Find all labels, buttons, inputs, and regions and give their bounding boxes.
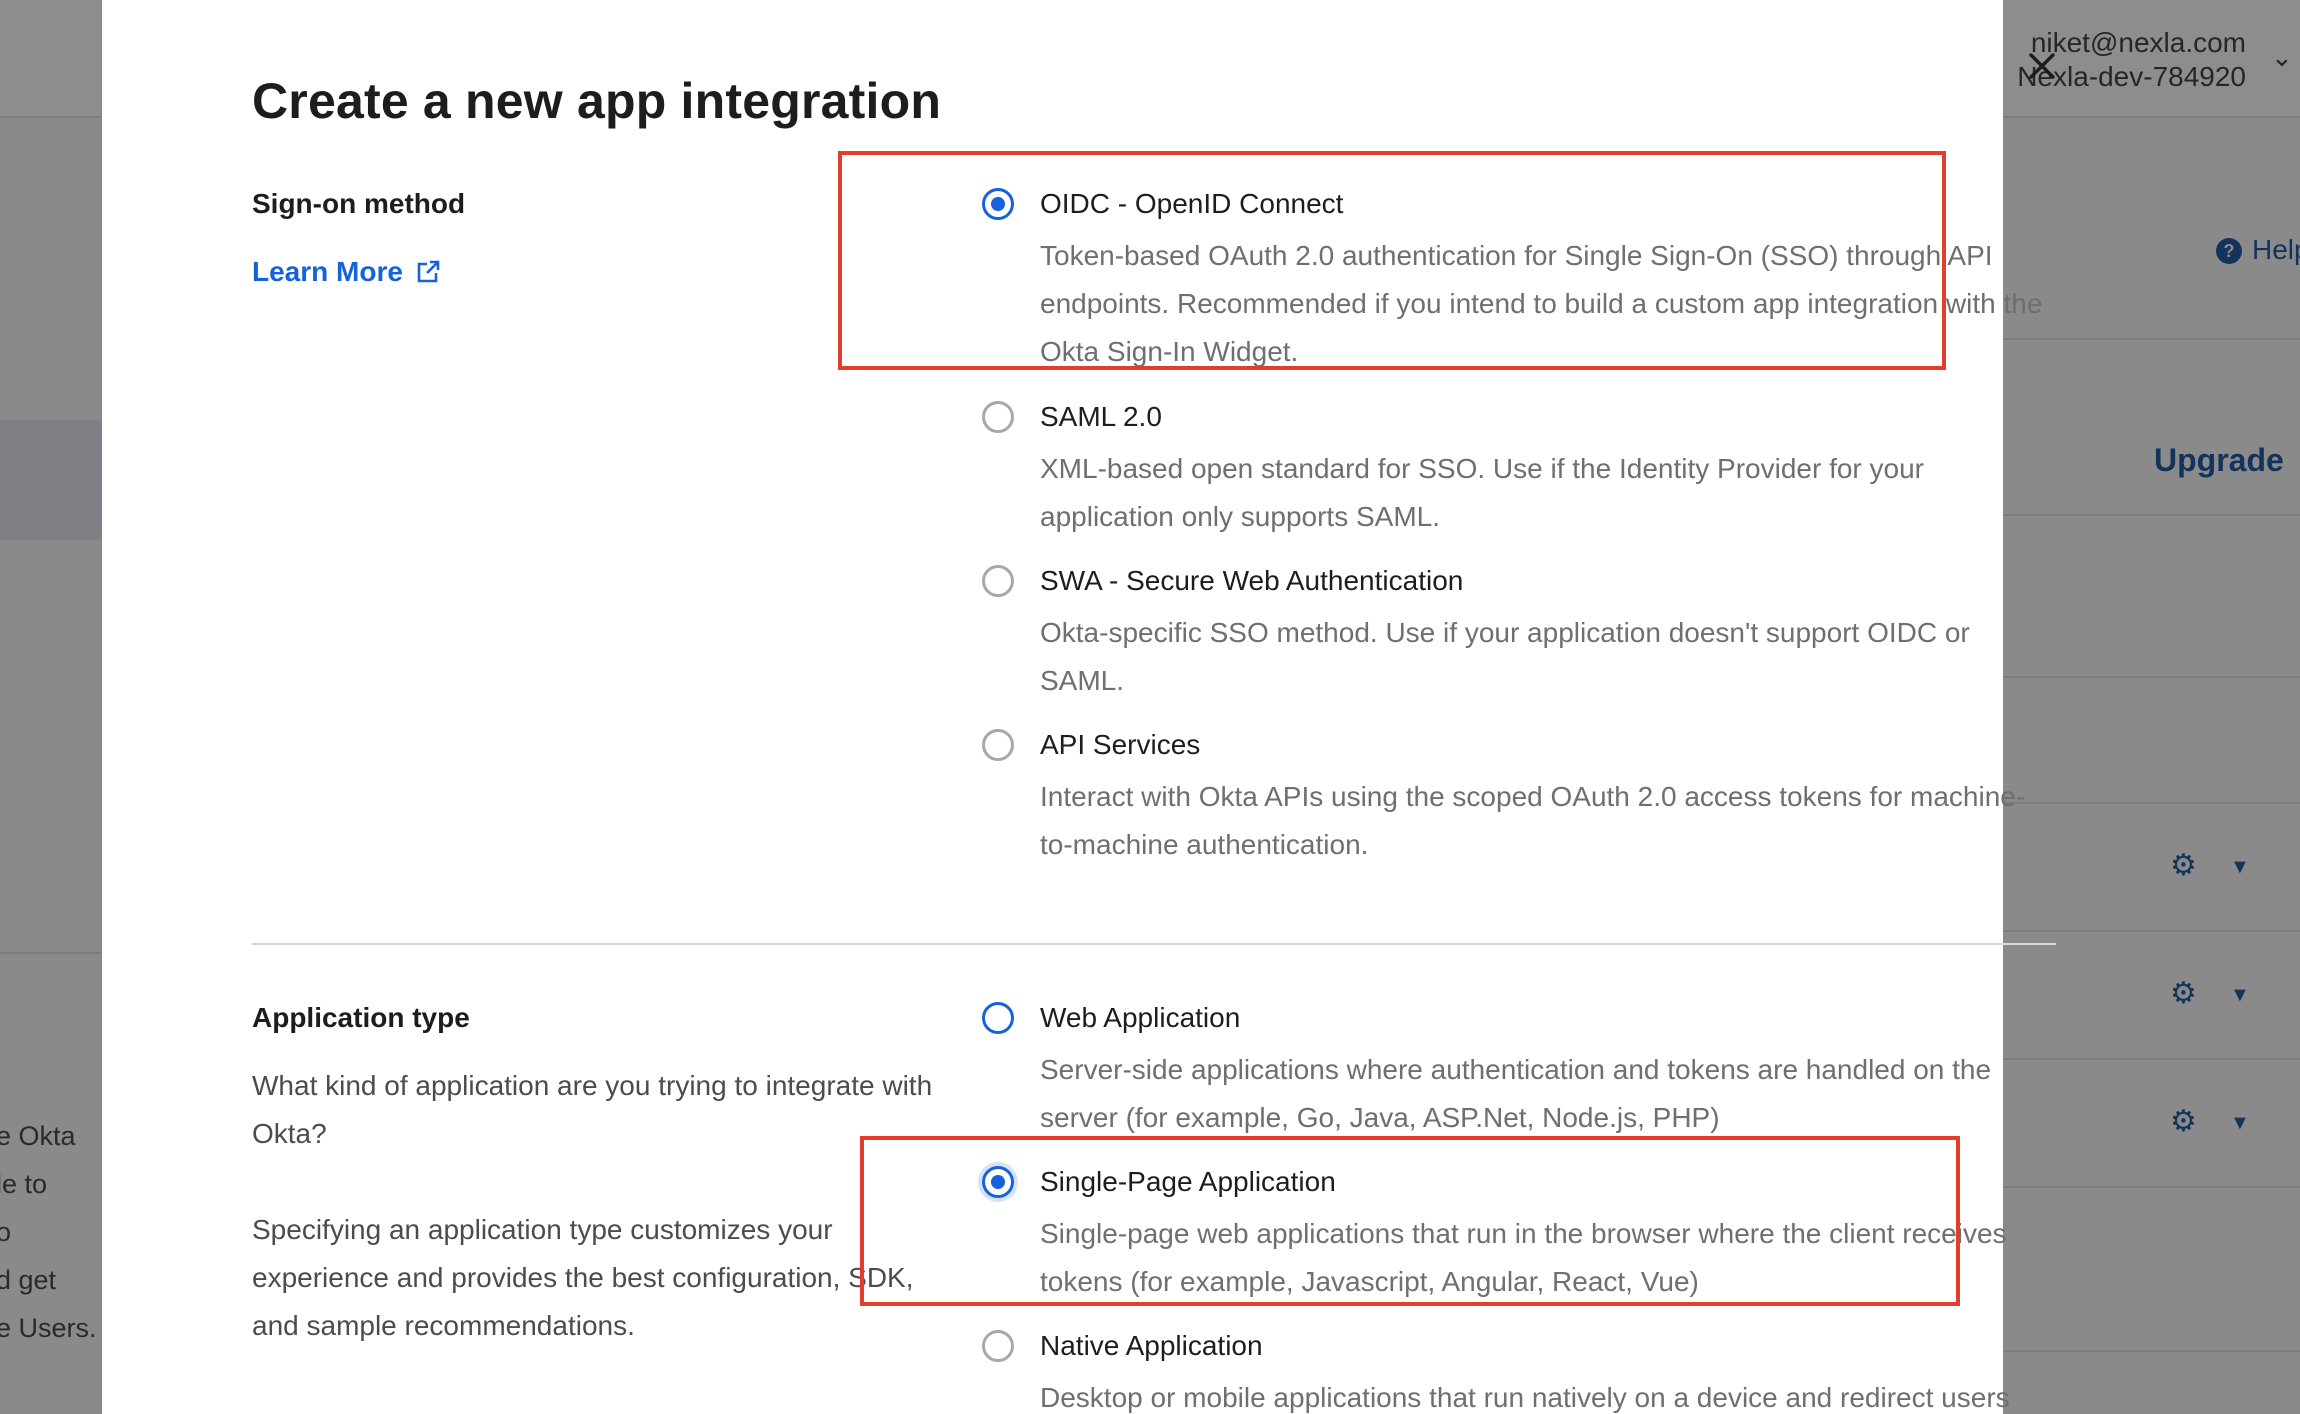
create-app-integration-modal: Create a new app integration Sign-on met… xyxy=(102,0,2056,1414)
caret-down-icon[interactable]: ▼ xyxy=(2230,1112,2250,1135)
option-description: Single-page web applications that run in… xyxy=(1040,1218,2007,1297)
learn-more-link[interactable]: Learn More xyxy=(252,256,441,288)
chevron-down-icon[interactable]: ⌄ xyxy=(2271,42,2293,73)
close-icon xyxy=(2029,53,2055,79)
background-left-band xyxy=(0,420,102,540)
option-title: Native Application xyxy=(1040,1330,1263,1361)
option-description: Token-based OAuth 2.0 authentication for… xyxy=(1040,240,2043,367)
background-row-divider xyxy=(2003,1350,2300,1352)
gear-icon[interactable]: ⚙ xyxy=(2170,1104,2197,1139)
background-row-divider xyxy=(2003,930,2300,932)
modal-title: Create a new app integration xyxy=(252,73,942,129)
radio-button-api-services[interactable] xyxy=(982,729,1014,761)
option-title: SAML 2.0 xyxy=(1040,401,1162,432)
gear-icon[interactable]: ⚙ xyxy=(2170,848,2197,883)
help-icon: ? xyxy=(2216,238,2242,264)
option-description: Server-side applications where authentic… xyxy=(1040,1054,1992,1133)
option-description: Okta-specific SSO method. Use if your ap… xyxy=(1040,617,1970,696)
background-left-divider xyxy=(0,952,102,954)
option-description: Interact with Okta APIs using the scoped… xyxy=(1040,781,2026,860)
radio-button-single-page-application[interactable] xyxy=(982,1166,1014,1198)
help-link[interactable]: ? Help xyxy=(2216,234,2300,266)
option-title: SWA - Secure Web Authentication xyxy=(1040,565,1464,596)
application-type-help: Specifying an application type customize… xyxy=(252,1214,914,1341)
caret-down-icon[interactable]: ▼ xyxy=(2230,984,2250,1007)
help-label: Help xyxy=(2252,234,2300,265)
radio-button-saml[interactable] xyxy=(982,401,1014,433)
option-title: Web Application xyxy=(1040,1002,1241,1033)
learn-more-label: Learn More xyxy=(252,256,403,287)
background-text-fragment: d get xyxy=(0,1265,57,1295)
section-divider xyxy=(252,943,2056,945)
background-row-divider xyxy=(2003,1186,2300,1188)
close-button[interactable] xyxy=(2012,36,2072,96)
background-text-fragment: e Users. xyxy=(0,1313,97,1343)
background-text-fragment: o xyxy=(0,1217,12,1247)
background-text-fragment: le to xyxy=(0,1169,48,1199)
upgrade-link[interactable]: Upgrade xyxy=(2154,442,2284,479)
caret-down-icon[interactable]: ▼ xyxy=(2230,856,2250,879)
option-description: XML-based open standard for SSO. Use if … xyxy=(1040,453,1924,532)
radio-button-swa[interactable] xyxy=(982,565,1014,597)
sign-on-method-label: Sign-on method xyxy=(252,188,466,219)
application-type-label: Application type xyxy=(252,1002,470,1033)
radio-button-native-application[interactable] xyxy=(982,1330,1014,1362)
option-title: API Services xyxy=(1040,729,1201,760)
background-left-panel xyxy=(0,118,102,1414)
background-text-fragment: e Okta xyxy=(0,1121,76,1151)
radio-button-web-application[interactable] xyxy=(982,1002,1014,1034)
external-link-icon xyxy=(417,260,440,283)
application-type-question: What kind of application are you trying … xyxy=(252,1070,933,1149)
option-title: OIDC - OpenID Connect xyxy=(1040,188,1344,219)
radio-button-oidc[interactable] xyxy=(982,188,1014,220)
gear-icon[interactable]: ⚙ xyxy=(2170,976,2197,1011)
option-title: Single-Page Application xyxy=(1040,1166,1336,1197)
option-description: Desktop or mobile applications that run … xyxy=(1040,1382,2010,1413)
